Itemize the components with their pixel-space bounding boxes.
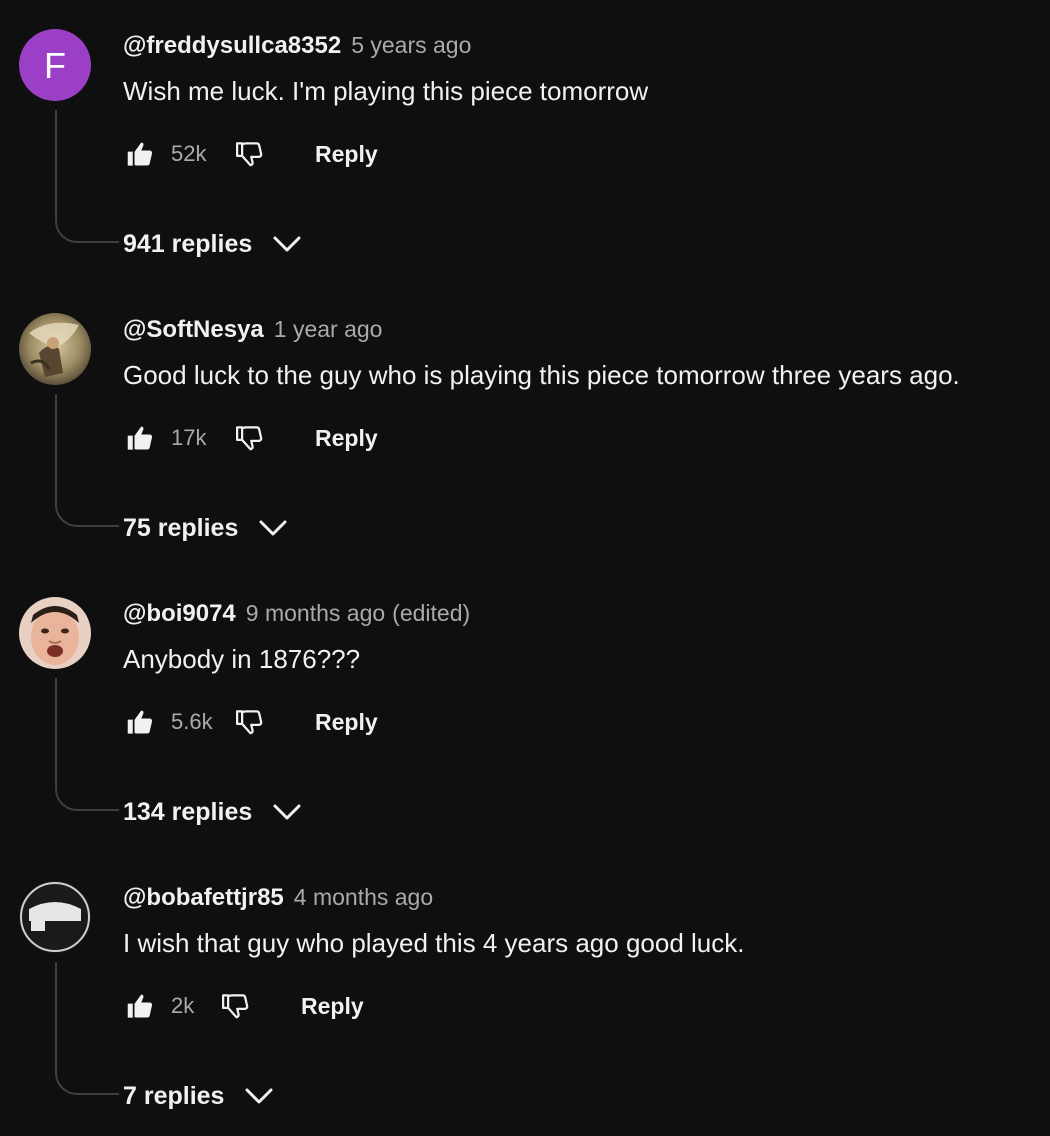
dark-shape-avatar [19,881,91,953]
thread-connector-line [55,678,119,811]
chevron-down-icon [258,518,288,538]
like-count: 2k [171,993,195,1018]
comment-thread: @SoftNesya 1 year ago Good luck to the g… [0,284,1050,568]
thread-connector-line [55,962,119,1095]
dislike-button[interactable] [231,134,267,174]
replies-count-label: 941 replies [123,229,253,258]
view-replies-button[interactable]: 7 replies [123,1076,274,1116]
author-name[interactable]: @boi9074 [123,600,236,628]
chevron-down-icon [272,802,302,822]
dislike-button[interactable] [217,986,253,1026]
comment-text: Wish me luck. I'm playing this piece tom… [123,76,649,106]
dislike-button[interactable] [231,418,267,458]
comment-thread: @boi9074 9 months ago (edited) Anybody i… [0,568,1050,852]
view-replies-button[interactable]: 134 replies [123,792,302,832]
face-photo-avatar [19,597,91,669]
like-count: 52k [171,141,207,166]
timestamp[interactable]: 9 months ago [246,600,385,627]
thread-connector-line [55,110,119,243]
comment-actions: 2k Reply [123,984,364,1028]
comment-actions: 17k Reply [123,416,378,460]
comment-header: @bobafettjr85 4 months ago [123,884,433,916]
like-button[interactable] [123,418,157,458]
comment-text: I wish that guy who played this 4 years … [123,928,745,958]
author-name[interactable]: @freddysullca8352 [123,32,341,60]
replies-count-label: 75 replies [123,513,239,542]
view-replies-button[interactable]: 75 replies [123,508,288,548]
thread-connector-line [55,394,119,527]
thumbs-up-icon [127,994,153,1018]
thumbs-down-icon [236,426,263,451]
like-count: 5.6k [171,709,213,734]
timestamp[interactable]: 1 year ago [274,316,383,343]
like-button[interactable] [123,134,157,174]
comment-header: @boi9074 9 months ago (edited) [123,600,470,632]
thumbs-up-icon [127,426,153,450]
thumbs-down-icon [236,142,263,167]
comment-thread: @bobafettjr85 4 months ago I wish that g… [0,852,1050,1136]
avatar[interactable] [19,313,91,385]
comment-actions: 5.6k Reply [123,700,378,744]
like-button[interactable] [123,702,157,742]
avatar-letter: F [44,45,66,86]
comment-header: @SoftNesya 1 year ago [123,316,382,348]
avatar[interactable]: F [19,29,91,101]
thumbs-up-icon [127,142,153,166]
dislike-button[interactable] [231,702,267,742]
author-name[interactable]: @bobafettjr85 [123,884,284,912]
comment-thread: F @freddysullca8352 5 years ago Wish me … [0,0,1050,284]
reply-button[interactable]: Reply [315,141,378,168]
avatar[interactable] [19,881,91,953]
reply-button[interactable]: Reply [301,993,364,1020]
like-count: 17k [171,425,207,450]
timestamp[interactable]: 5 years ago [351,32,471,59]
replies-count-label: 7 replies [123,1081,225,1110]
edited-label: (edited) [392,600,471,626]
chevron-down-icon [244,1086,274,1106]
painting-avatar [19,313,91,385]
comment-header: @freddysullca8352 5 years ago [123,32,471,64]
view-replies-button[interactable]: 941 replies [123,224,302,264]
reply-button[interactable]: Reply [315,425,378,452]
reply-button[interactable]: Reply [315,709,378,736]
thumbs-down-icon [222,994,249,1019]
comment-text: Anybody in 1876??? [123,644,361,674]
chevron-down-icon [272,234,302,254]
comment-actions: 52k Reply [123,132,378,176]
timestamp[interactable]: 4 months ago [294,884,433,911]
avatar[interactable] [19,597,91,669]
author-name[interactable]: @SoftNesya [123,316,264,344]
replies-count-label: 134 replies [123,797,253,826]
thumbs-down-icon [236,710,263,735]
thumbs-up-icon [127,710,153,734]
like-button[interactable] [123,986,157,1026]
comment-text: Good luck to the guy who is playing this… [123,360,960,390]
